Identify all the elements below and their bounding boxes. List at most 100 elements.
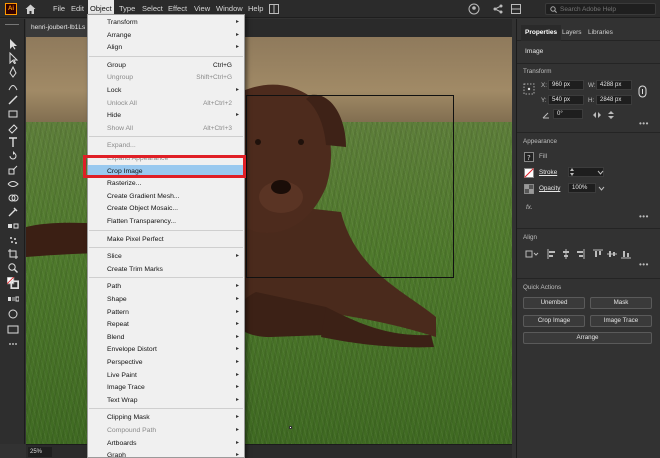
rotate-tool-icon[interactable] — [7, 150, 19, 162]
y-field[interactable]: 540 px — [548, 95, 584, 105]
fill-swatch-icon[interactable]: ? — [524, 152, 534, 162]
symbol-sprayer-tool-icon[interactable] — [7, 234, 19, 246]
menu-item-hide[interactable]: Hide ▸ — [88, 109, 244, 122]
blend-tool-icon[interactable] — [7, 220, 19, 232]
opacity-label[interactable]: Opacity — [539, 185, 560, 192]
eraser-tool-icon[interactable] — [7, 122, 19, 134]
edit-toolbar-icon[interactable] — [7, 338, 19, 350]
menu-item-arrange[interactable]: Arrange ▸ — [88, 29, 244, 42]
x-field[interactable]: 960 px — [548, 80, 584, 90]
align-bottom-icon[interactable] — [621, 249, 631, 259]
menu-item-live-paint[interactable]: Live Paint ▸ — [88, 369, 244, 382]
unembed-button[interactable]: Unembed — [523, 297, 585, 309]
menu-item-slice[interactable]: Slice ▸ — [88, 250, 244, 263]
stroke-weight-dropdown-icon[interactable] — [597, 167, 604, 177]
selection-tool-icon[interactable] — [7, 38, 19, 50]
share-icon[interactable] — [492, 3, 504, 15]
flip-horizontal-icon[interactable] — [592, 110, 602, 120]
width-field[interactable]: 4288 px — [596, 80, 632, 90]
panel-collapse-icon[interactable] — [5, 23, 19, 26]
menu-item-make-pixel-perfect[interactable]: Make Pixel Perfect — [88, 233, 244, 246]
image-trace-button[interactable]: Image Trace — [590, 315, 652, 327]
menu-item-blend[interactable]: Blend ▸ — [88, 331, 244, 344]
menu-item-artboards[interactable]: Artboards ▸ — [88, 437, 244, 450]
opacity-field[interactable]: 100% — [568, 183, 596, 193]
curvature-tool-icon[interactable] — [7, 80, 19, 92]
tab-properties[interactable]: Properties — [521, 25, 562, 41]
help-search-input[interactable] — [560, 4, 655, 14]
align-top-icon[interactable] — [593, 249, 603, 259]
stroke-swatch-icon[interactable] — [524, 168, 534, 178]
type-tool-icon[interactable] — [7, 136, 19, 148]
artboard-tool-icon[interactable] — [7, 248, 19, 260]
draw-mode-icon[interactable] — [7, 308, 19, 320]
menu-item-repeat[interactable]: Repeat ▸ — [88, 318, 244, 331]
menu-item-create-trim-marks[interactable]: Create Trim Marks — [88, 263, 244, 276]
menu-item-clipping-mask[interactable]: Clipping Mask ▸ — [88, 411, 244, 424]
arrange-documents-icon[interactable] — [510, 3, 522, 15]
shape-builder-tool-icon[interactable] — [7, 192, 19, 204]
align-vertical-center-icon[interactable] — [607, 249, 617, 259]
appearance-more-options[interactable]: ••• — [639, 212, 649, 221]
reference-point-icon[interactable] — [523, 83, 535, 95]
menu-item-shape[interactable]: Shape ▸ — [88, 293, 244, 306]
user-account-icon[interactable] — [468, 3, 480, 15]
zoom-level[interactable]: 25% — [28, 447, 52, 457]
menu-item-rasterize[interactable]: Rasterize... — [88, 177, 244, 190]
transform-more-options[interactable]: ••• — [639, 119, 649, 128]
align-left-icon[interactable] — [547, 249, 557, 259]
stroke-label[interactable]: Stroke — [539, 169, 557, 176]
scale-tool-icon[interactable] — [7, 164, 19, 176]
menu-item-label: Make Pixel Perfect — [107, 235, 164, 243]
tab-libraries[interactable]: Libraries — [584, 25, 617, 41]
opacity-dropdown-icon[interactable] — [597, 183, 606, 193]
help-search[interactable] — [545, 3, 656, 15]
arrange-button[interactable]: Arrange — [523, 332, 652, 344]
paintbrush-tool-icon[interactable] — [7, 94, 19, 106]
menu-file[interactable]: File — [51, 0, 67, 18]
flip-vertical-icon[interactable] — [606, 110, 616, 120]
menu-item-image-trace[interactable]: Image Trace ▸ — [88, 381, 244, 394]
align-right-icon[interactable] — [575, 249, 585, 259]
align-more-options[interactable]: ••• — [639, 260, 649, 269]
color-mode-icon[interactable] — [7, 293, 19, 305]
crop-bounding-box[interactable] — [246, 95, 454, 278]
angle-field[interactable]: 0° — [553, 109, 583, 119]
fill-stroke-swatch-icon[interactable] — [7, 277, 19, 289]
align-to-selection-icon[interactable] — [525, 249, 539, 259]
menu-item-create-object-mosaic[interactable]: Create Object Mosaic... — [88, 202, 244, 215]
menu-item-create-gradient-mesh[interactable]: Create Gradient Mesh... — [88, 190, 244, 203]
height-field[interactable]: 2848 px — [596, 95, 632, 105]
crop-image-button[interactable]: Crop Image — [523, 315, 585, 327]
menu-help[interactable]: Help — [246, 0, 265, 18]
width-tool-icon[interactable] — [7, 178, 19, 190]
tab-layers[interactable]: Layers — [558, 25, 586, 41]
menu-item-lock[interactable]: Lock ▸ — [88, 84, 244, 97]
screen-mode-icon[interactable] — [7, 323, 19, 335]
align-horizontal-center-icon[interactable] — [561, 249, 571, 259]
menu-item-text-wrap[interactable]: Text Wrap ▸ — [88, 394, 244, 407]
stroke-stepper-icon[interactable] — [569, 167, 575, 177]
pen-tool-icon[interactable] — [7, 66, 19, 78]
menu-item-pattern[interactable]: Pattern ▸ — [88, 306, 244, 319]
menu-item-perspective[interactable]: Perspective ▸ — [88, 356, 244, 369]
menu-item-flatten-transparency[interactable]: Flatten Transparency... — [88, 215, 244, 228]
menu-item-path[interactable]: Path ▸ — [88, 280, 244, 293]
menu-item-group[interactable]: Group Ctrl+G — [88, 59, 244, 72]
rectangle-tool-icon[interactable] — [7, 108, 19, 120]
zoom-tool-icon[interactable] — [7, 262, 19, 274]
menu-item-envelope-distort[interactable]: Envelope Distort ▸ — [88, 343, 244, 356]
document-tab[interactable]: henri-joubert-lb1Ls — [26, 19, 88, 37]
fx-effects-button[interactable]: fx. — [526, 204, 533, 211]
home-icon[interactable] — [24, 3, 37, 15]
menu-edit[interactable]: Edit — [69, 0, 86, 18]
menu-item-transform[interactable]: Transform ▸ — [88, 16, 244, 29]
menu-item-align[interactable]: Align ▸ — [88, 41, 244, 54]
constrain-proportions-icon[interactable] — [638, 85, 647, 98]
crop-handle[interactable] — [289, 426, 292, 429]
eyedropper-tool-icon[interactable] — [7, 206, 19, 218]
workspace-grid-icon[interactable] — [268, 3, 280, 15]
menu-item-graph[interactable]: Graph ▸ — [88, 449, 244, 457]
direct-selection-tool-icon[interactable] — [7, 52, 19, 64]
mask-button[interactable]: Mask — [590, 297, 652, 309]
